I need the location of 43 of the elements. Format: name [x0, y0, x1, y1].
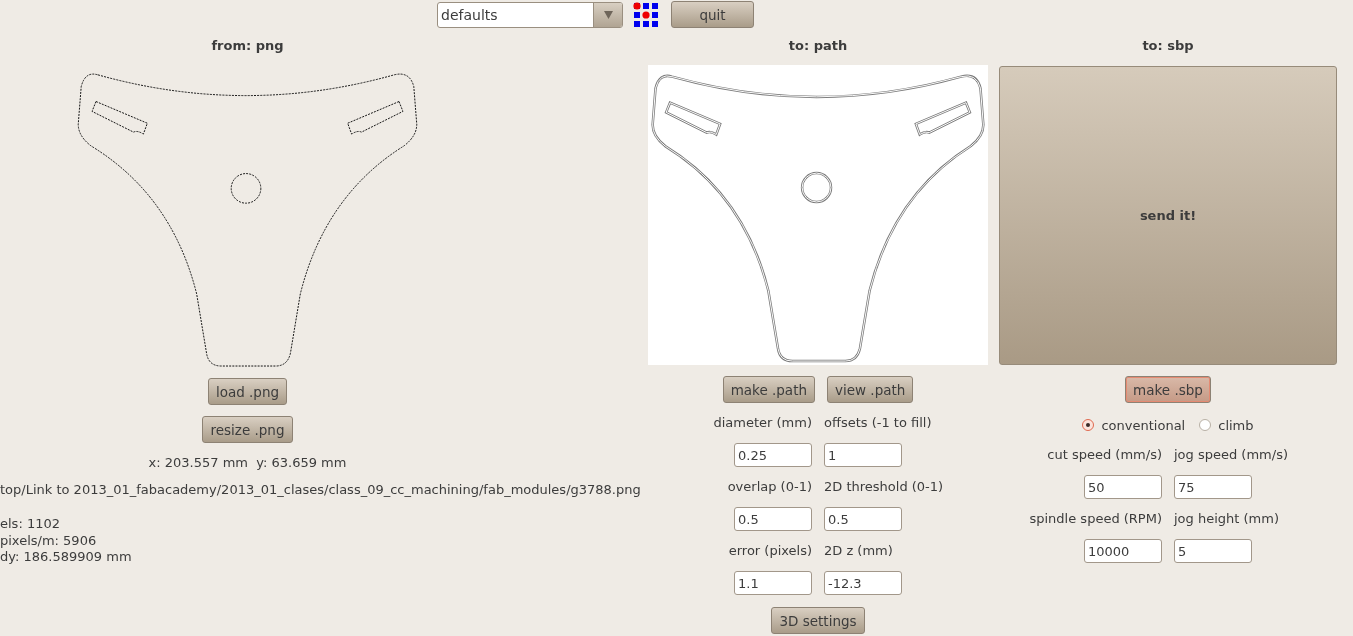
number-field[interactable]: 50: [1084, 475, 1162, 499]
field-label: overlap (0-1): [727, 478, 812, 496]
field-label: jog speed (mm/s): [1174, 446, 1288, 464]
field-label: error (pixels): [728, 542, 812, 560]
image-info-text: els: 1102: [0, 516, 60, 533]
number-field[interactable]: 1: [824, 443, 902, 467]
field-label: diameter (mm): [713, 414, 812, 432]
caret-icon: [603, 10, 613, 19]
number-field[interactable]: 0.5: [824, 507, 902, 531]
preset-dropdown[interactable]: defaults: [437, 1, 623, 28]
resize-button[interactable]: resize .png: [202, 416, 293, 443]
panel-title: to: sbp: [1142, 37, 1194, 55]
field-label: offsets (-1 to fill): [824, 414, 932, 432]
make-sbp-button[interactable]: make .sbp: [1125, 376, 1211, 403]
field-label: jog height (mm): [1174, 510, 1279, 528]
settings-button[interactable]: 3D settings: [771, 607, 865, 634]
file-path: top/Link to 2013_01_fabacademy/2013_01_clases/class_09_cc_machining/fab_modules/g3788.png: [0, 481, 641, 499]
load-button[interactable]: load .png: [207, 378, 288, 405]
number-field[interactable]: 5: [1174, 539, 1252, 563]
field-label: spindle speed (RPM): [1029, 510, 1162, 528]
number-field[interactable]: 75: [1174, 475, 1252, 499]
quit-button[interactable]: quit: [671, 1, 754, 28]
make-path-button[interactable]: make .path: [722, 376, 815, 403]
radio-label: climb: [1218, 417, 1254, 433]
field-label: 2D threshold (0-1): [824, 478, 944, 496]
radio-button[interactable]: [1199, 419, 1212, 431]
grid-logo-icon[interactable]: [633, 1, 659, 28]
image-info-text: pixels/m: 5906: [0, 532, 97, 549]
send-button[interactable]: send it!: [999, 66, 1337, 365]
radio-button[interactable]: [1082, 419, 1095, 431]
number-field[interactable]: 0.5: [734, 507, 812, 531]
number-field[interactable]: 0.25: [734, 443, 812, 467]
panel-title: to: path: [788, 37, 848, 55]
number-field[interactable]: 1.1: [734, 571, 812, 595]
radio-label: conventional: [1101, 417, 1186, 433]
field-label: 2D z (mm): [824, 542, 893, 560]
image-info-text: dy: 186.589909 mm: [0, 549, 132, 566]
size-readout: x: 203.557 mm y: 63.659 mm: [148, 454, 347, 472]
panel-title: from: png: [211, 37, 284, 55]
number-field[interactable]: 10000: [1084, 539, 1162, 563]
number-field[interactable]: -12.3: [824, 571, 902, 595]
view-path-button[interactable]: view .path: [827, 376, 914, 403]
field-label: cut speed (mm/s): [1047, 446, 1162, 464]
